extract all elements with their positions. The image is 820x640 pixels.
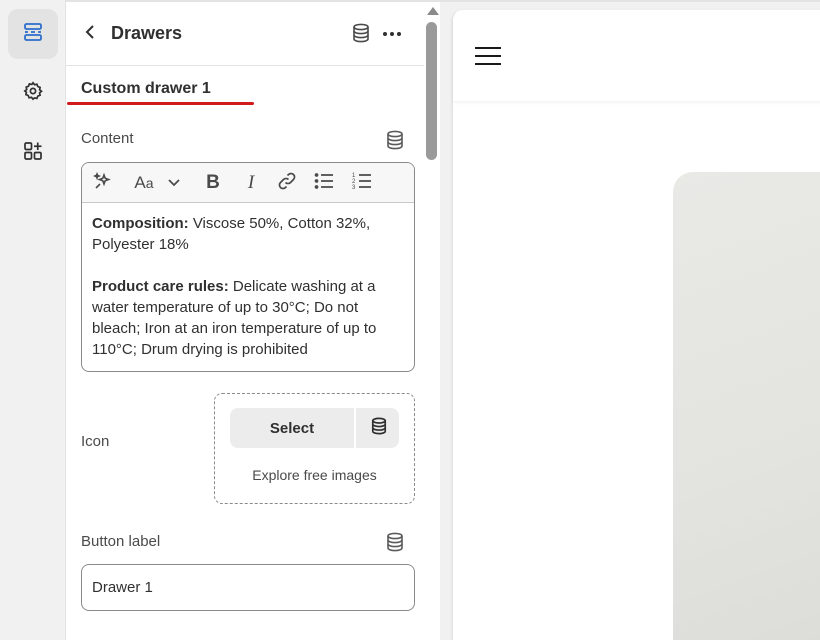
link-icon — [277, 171, 297, 196]
left-rail — [0, 0, 66, 640]
font-size-dropdown[interactable] — [166, 171, 182, 195]
more-dot — [397, 32, 401, 36]
button-label-label: Button label — [81, 533, 161, 550]
content-label: Content — [81, 130, 134, 147]
button-label-input[interactable]: Drawer 1 — [81, 564, 415, 611]
rich-text-editor[interactable]: Aa B I 1 2 3 Composition: Viscose 50%, C… — [81, 162, 415, 372]
numbered-list-button[interactable]: 1 2 3 — [351, 171, 373, 195]
more-actions-button[interactable] — [382, 24, 402, 44]
font-size-icon: Aa — [134, 173, 154, 192]
image-dynamic-source-button[interactable] — [358, 408, 399, 448]
bullet-list-icon — [314, 172, 334, 195]
product-image — [673, 172, 820, 640]
bullet-list-button[interactable] — [313, 171, 335, 195]
care-rules-paragraph: Product care rules: Delicate washing at … — [92, 276, 406, 360]
storefront-preview — [440, 2, 820, 640]
font-size-button[interactable]: Aa — [132, 171, 156, 195]
select-button-group: Select — [230, 408, 399, 448]
chevron-left-icon — [85, 24, 95, 45]
preview-frame — [452, 10, 820, 640]
chevron-down-icon — [168, 174, 180, 192]
database-icon — [386, 130, 404, 154]
scrollbar-thumb[interactable] — [426, 22, 437, 160]
panel-scrollbar[interactable] — [424, 2, 440, 640]
database-icon — [386, 532, 404, 556]
apps-add-icon — [23, 141, 43, 166]
rail-sections-button[interactable] — [8, 9, 58, 59]
page-title: Drawers — [111, 23, 183, 43]
composition-label: Composition: — [92, 215, 189, 232]
bold-button[interactable]: B — [202, 171, 224, 195]
sections-icon — [23, 22, 43, 47]
svg-text:3: 3 — [352, 185, 356, 191]
annotation-underline — [67, 102, 254, 105]
button-label-dynamic-source-button[interactable] — [386, 532, 404, 557]
more-dot — [383, 32, 387, 36]
magic-icon — [92, 171, 113, 196]
settings-panel: Drawers Custom drawer 1 Content Aa B I 1… — [66, 2, 424, 640]
select-image-button[interactable]: Select — [230, 408, 356, 448]
gear-icon — [23, 80, 43, 106]
section-title: Custom drawer 1 — [81, 80, 211, 97]
image-picker: Select Explore free images — [214, 393, 415, 504]
panel-header: Drawers — [66, 2, 424, 66]
icon-label: Icon — [81, 433, 110, 450]
editor-toolbar: Aa B I 1 2 3 — [82, 163, 414, 203]
italic-button[interactable]: I — [240, 171, 262, 195]
back-button[interactable] — [80, 22, 100, 46]
editor-content[interactable]: Composition: Viscose 50%, Cotton 32%, Po… — [92, 213, 406, 360]
hamburger-menu-icon[interactable] — [475, 47, 501, 71]
link-button[interactable] — [276, 171, 298, 195]
numbered-list-icon: 1 2 3 — [352, 171, 372, 196]
explore-free-images-link[interactable]: Explore free images — [215, 467, 414, 483]
rail-settings-button[interactable] — [8, 68, 58, 118]
dynamic-source-button[interactable] — [352, 23, 370, 48]
content-dynamic-source-button[interactable] — [386, 130, 404, 155]
database-icon — [352, 23, 370, 47]
rail-apps-button[interactable] — [8, 128, 58, 178]
preview-header — [453, 10, 820, 101]
italic-icon: I — [247, 172, 255, 193]
more-dot — [390, 32, 394, 36]
scroll-up-arrow-icon[interactable] — [427, 7, 439, 15]
composition-paragraph: Composition: Viscose 50%, Cotton 32%, Po… — [92, 213, 406, 255]
care-rules-label: Product care rules: — [92, 278, 229, 295]
ai-generate-button[interactable] — [92, 171, 114, 195]
database-icon — [371, 417, 387, 440]
bold-icon: B — [206, 172, 220, 193]
